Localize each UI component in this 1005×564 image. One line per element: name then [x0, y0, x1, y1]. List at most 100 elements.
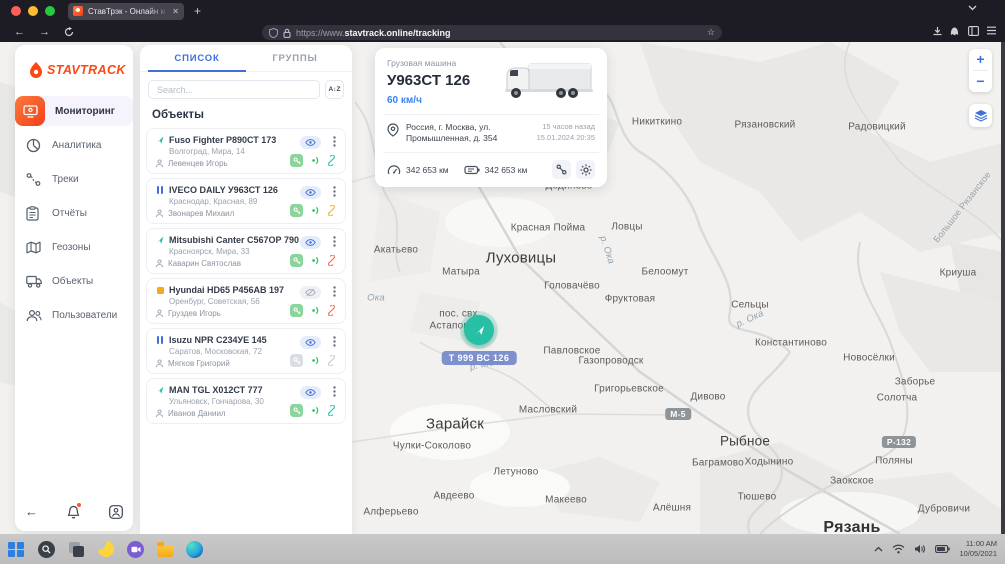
sidebar-item-analytics[interactable]: Аналитика — [15, 130, 133, 160]
menu-icon[interactable] — [986, 26, 997, 35]
map-label: Григорьевское — [594, 384, 664, 395]
tab-close-icon[interactable]: ✕ — [172, 7, 179, 16]
taskbar-search-button[interactable] — [38, 541, 55, 558]
chevron-down-icon[interactable] — [968, 5, 977, 11]
more-options-icon[interactable] — [333, 236, 336, 247]
map-label: Баграмово — [692, 458, 744, 469]
connection-link-icon[interactable] — [326, 155, 337, 166]
signal-icon[interactable] — [309, 255, 320, 266]
sidebar-item-reports[interactable]: Отчёты — [15, 198, 133, 228]
volume-icon[interactable] — [914, 544, 926, 554]
eye-icon — [305, 189, 316, 196]
edge-browser-icon[interactable] — [186, 541, 203, 558]
back-icon[interactable]: ← — [14, 27, 25, 38]
ignition-key-icon[interactable] — [290, 154, 303, 167]
new-tab-button[interactable]: + — [194, 4, 201, 18]
ignition-key-icon[interactable] — [290, 254, 303, 267]
vehicle-card[interactable]: MAN TGL Х012СТ 777 Ульяновск, Гончарова,… — [146, 378, 346, 424]
vehicle-card[interactable]: IVECO DAILY У963СТ 126 Краснодар, Красна… — [146, 178, 346, 224]
reload-icon[interactable] — [64, 27, 74, 37]
sort-az-button[interactable]: A↕Z — [325, 80, 344, 99]
minimize-window-button[interactable] — [28, 6, 38, 16]
clock[interactable]: 11:00 AM 10/05/2021 — [959, 539, 997, 559]
wifi-icon[interactable] — [892, 544, 905, 554]
vehicle-card[interactable]: Fuso Fighter Р890СТ 173 Волгоград, Мира,… — [146, 128, 346, 174]
sidebar-item-users[interactable]: Пользователи — [15, 300, 133, 330]
signal-icon[interactable] — [309, 305, 320, 316]
tray-expand-icon[interactable] — [874, 546, 883, 552]
lock-icon — [283, 28, 291, 38]
sidebar-item-tracks[interactable]: Треки — [15, 164, 133, 194]
ignition-key-icon[interactable] — [290, 304, 303, 317]
visibility-toggle[interactable] — [300, 186, 321, 199]
sidebar-item-monitoring[interactable]: Мониторинг — [15, 96, 133, 126]
visibility-toggle[interactable] — [300, 286, 321, 299]
visibility-toggle[interactable] — [300, 336, 321, 349]
connection-link-icon[interactable] — [326, 205, 337, 216]
forward-icon[interactable]: → — [39, 27, 50, 38]
close-window-button[interactable] — [11, 6, 21, 16]
more-options-icon[interactable] — [333, 286, 336, 297]
vehicle-card[interactable]: Isuzu NPR С234УЕ 145 Саратов, Московская… — [146, 328, 346, 374]
notifications-button[interactable] — [67, 505, 80, 519]
profile-button[interactable] — [109, 505, 123, 519]
bookmark-star-icon[interactable]: ☆ — [707, 27, 715, 38]
battery-icon[interactable] — [935, 545, 950, 553]
more-options-icon[interactable] — [333, 336, 336, 347]
ignition-key-icon[interactable] — [290, 404, 303, 417]
ignition-key-icon[interactable] — [290, 204, 303, 217]
signal-icon[interactable] — [309, 355, 320, 366]
panel-tabs: СПИСОК ГРУППЫ — [140, 45, 352, 72]
connection-link-icon[interactable] — [326, 355, 337, 366]
start-button[interactable] — [8, 541, 25, 558]
maximize-window-button[interactable] — [45, 6, 55, 16]
eye-off-icon — [305, 288, 316, 297]
more-options-icon[interactable] — [333, 386, 336, 397]
extension-icon[interactable] — [949, 26, 960, 37]
road-shield: М-5 — [665, 408, 691, 420]
sidebar-panel-icon[interactable] — [968, 26, 979, 36]
sidebar-item-geozones[interactable]: Геозоны — [15, 232, 133, 262]
moon-app-icon[interactable] — [98, 541, 114, 557]
sidebar-item-objects[interactable]: Объекты — [15, 266, 133, 296]
tab-groups[interactable]: ГРУППЫ — [246, 45, 344, 71]
zoom-in-button[interactable]: + — [969, 49, 992, 70]
map-label: Солотча — [877, 393, 918, 404]
route-settings-button[interactable] — [552, 160, 571, 179]
scrollbar[interactable] — [1001, 42, 1005, 534]
more-options-icon[interactable] — [333, 186, 336, 197]
marker-plate-label: Т 999 ВС 126 — [442, 351, 517, 365]
ignition-key-icon[interactable] — [290, 354, 303, 367]
route-points-icon — [556, 164, 567, 175]
visibility-toggle[interactable] — [300, 136, 321, 149]
connection-link-icon[interactable] — [326, 255, 337, 266]
map-label: Большое Рязанское — [931, 170, 992, 245]
connection-link-icon[interactable] — [326, 305, 337, 316]
vehicle-list-panel: СПИСОК ГРУППЫ A↕Z Объекты Fuso Fighter Р… — [140, 45, 352, 534]
file-explorer-icon[interactable] — [157, 545, 173, 557]
visibility-toggle[interactable] — [300, 236, 321, 249]
url-bar[interactable]: https://www.stavtrack.online/tracking ☆ — [262, 25, 722, 40]
settings-button[interactable] — [576, 160, 595, 179]
downloads-icon[interactable] — [932, 26, 943, 37]
camera-app-icon[interactable] — [127, 541, 144, 558]
users-icon — [26, 309, 42, 322]
task-view-button[interactable] — [68, 541, 85, 558]
search-input[interactable] — [148, 80, 320, 99]
signal-icon[interactable] — [309, 155, 320, 166]
signal-icon[interactable] — [309, 205, 320, 216]
signal-icon[interactable] — [309, 405, 320, 416]
vehicle-card[interactable]: Mitsubishi Canter С567ОР 790 Красноярск,… — [146, 228, 346, 274]
map-layers-button[interactable] — [969, 104, 992, 127]
tab-list[interactable]: СПИСОК — [148, 45, 246, 72]
collapse-sidebar-button[interactable]: ← — [25, 504, 38, 519]
more-options-icon[interactable] — [333, 136, 336, 147]
app-content: НикиткиноРязановскийРадовицкийКриушаСель… — [0, 42, 1005, 534]
connection-link-icon[interactable] — [326, 405, 337, 416]
visibility-toggle[interactable] — [300, 386, 321, 399]
browser-tab[interactable]: СтавТрэк - Онлайн мониторин ✕ — [68, 3, 184, 20]
vehicle-card[interactable]: Hyundai HD65 Р456АВ 197 Оренбург, Советс… — [146, 278, 346, 324]
zoom-out-button[interactable]: − — [969, 71, 992, 92]
odometer-value: 342 653 км — [406, 165, 449, 175]
vehicle-marker[interactable] — [464, 315, 494, 345]
